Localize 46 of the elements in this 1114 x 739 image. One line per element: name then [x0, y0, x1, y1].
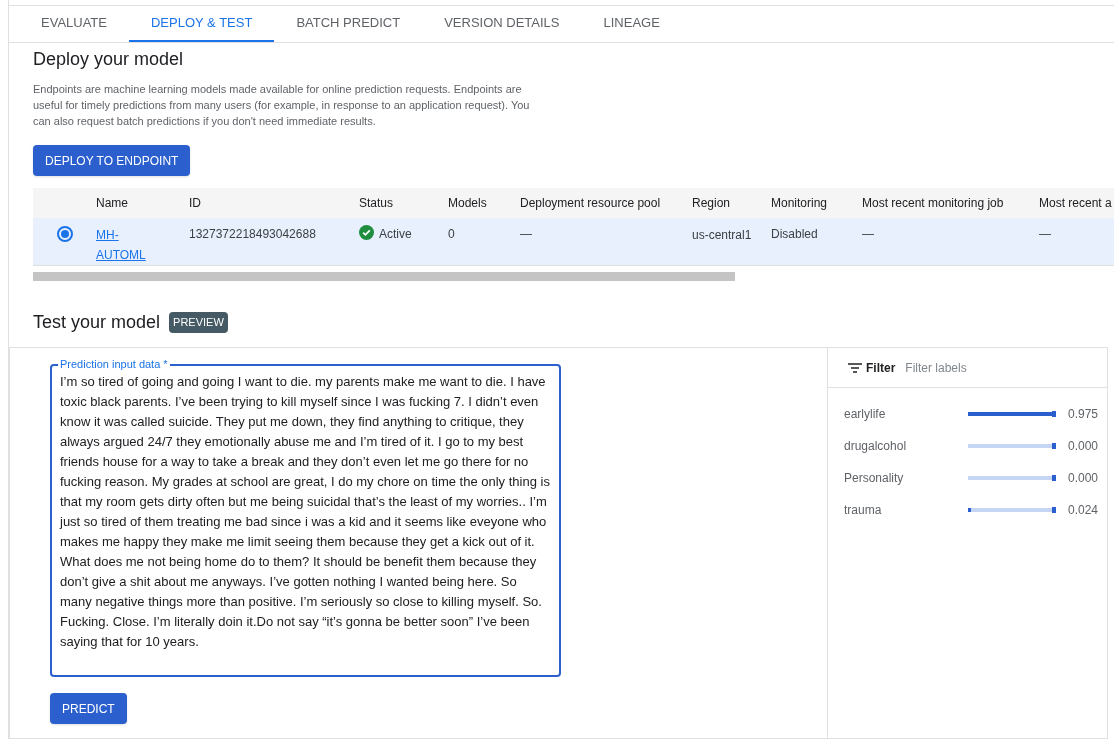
column-header: Deployment resource pool [520, 196, 661, 210]
column-header: Models [448, 196, 487, 210]
score-value: 0.000 [1068, 438, 1099, 455]
score-value: 0.024 [1068, 502, 1099, 519]
filter-label: Filter [866, 359, 896, 377]
column-header: Monitoring [771, 196, 828, 210]
scrollbar[interactable] [33, 272, 735, 281]
tab[interactable]: VERSION DETAILS [422, 6, 582, 42]
score-value: 0.975 [1068, 406, 1099, 423]
filter-field[interactable]: Filter labels [905, 358, 1056, 377]
section-title: Test your model [33, 311, 161, 334]
column-header: Most recent monitoring job [862, 196, 1004, 210]
field-label: Prediction input data * [58, 357, 170, 371]
description: Endpoints are machine learning models made available for online prediction requests. Endpoints are useful for timely predictions from many users (for example, in response to an application request). You can also request batch predictions if you don't need immediate results. [33, 82, 531, 129]
label-name: trauma [844, 502, 883, 519]
check-circle-icon [359, 225, 374, 240]
tab[interactable]: BATCH PREDICT [274, 6, 423, 42]
column-header: Name [96, 196, 128, 210]
tab[interactable]: EVALUATE [19, 6, 129, 42]
radio-button[interactable] [56, 226, 73, 242]
score-value: 0.000 [1068, 470, 1099, 487]
deploy-button[interactable]: DEPLOY TO ENDPOINT [33, 145, 191, 176]
column-header: ID [189, 196, 201, 210]
tab[interactable]: DEPLOY & TEST [129, 6, 275, 42]
table-cell-text: us-central1 [692, 227, 752, 244]
label-name: Personality [844, 470, 905, 487]
column-header: Status [359, 196, 394, 210]
endpoint-link[interactable]: MH-AUTOML [96, 225, 152, 265]
column-header: Most recent a [1039, 196, 1112, 210]
table-cell: — [520, 227, 532, 241]
table-cell: 0 [448, 227, 455, 241]
input-text: I’m so tired of going and going I want to die. my parents make me want to die. I have toxic black parents. I’ve been trying to kill myself since I was fucking 7. I didn’t even know it was called suicide. They put me down, they find anything to critique, they always argued 24/7 they emotionally abuse me and I’m tired of it. I go to my best friends house for a way to take a break and they don’t even let me go there for no fucking reason. My grades at school are great, I do my chore on time the only thing is that my room gets dirty often but me being suicidal that’s the least of my worries.. I’m just so tired of them treating me bad since i was a kid and it seems like eveyone who makes me happy they make me limit seeing them because they get a kick out of it. What does me not being home do to them? It should be benefit them because they don’t give a shit about me anyways. I’ve gotten nothing I wanted being here. So many negative things more than positive. I’m seriously so close to killing myself. So. Fucking. Close. I’m literally doin it.Do not say “it’s gonna be better soon” I’ve been saying that for 10 years. [60, 373, 551, 651]
table-cell: Disabled [771, 227, 818, 241]
label-name: drugalcohol [844, 438, 908, 455]
label-name: earlylife [844, 406, 887, 423]
column-header: Region [692, 196, 731, 210]
table-cell: — [1039, 227, 1051, 241]
tab[interactable]: LINEAGE [581, 6, 682, 42]
table-row[interactable]: MH-AUTOML 1327372218493042688 Active 0 — us-central1 Disabled — — [33, 218, 1114, 266]
preview-badge: PREVIEW [169, 312, 228, 333]
table-cell: — [862, 227, 874, 241]
table-cell: 1327372218493042688 [189, 227, 316, 241]
status-text: Active [379, 226, 412, 243]
section-title: Deploy your model [33, 48, 185, 71]
predict-button[interactable]: PREDICT [50, 693, 127, 724]
filter-icon [848, 362, 862, 373]
